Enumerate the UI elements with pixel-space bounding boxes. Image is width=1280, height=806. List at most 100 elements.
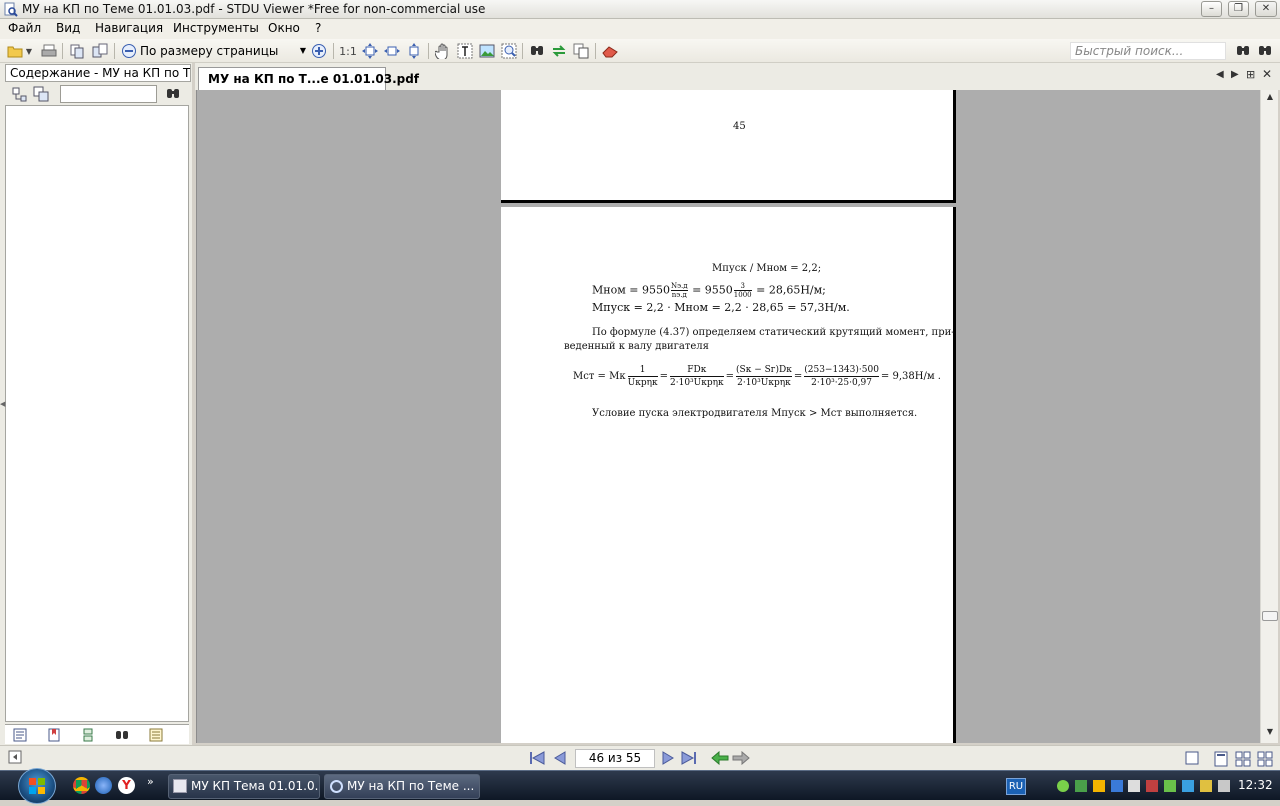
- eraser-icon[interactable]: [601, 42, 619, 60]
- menu-tools[interactable]: Инструменты: [173, 21, 259, 35]
- formula-start-moment: Мпуск = 2,2 · Мном = 2,2 · 28,65 = 57,3Н…: [592, 301, 850, 314]
- tab-list-icon[interactable]: ⊞: [1246, 68, 1255, 81]
- contents-tab-icon[interactable]: [9, 726, 31, 744]
- document-view[interactable]: 45 Мпуск / Мном = 2,2; Мном = 9550 Nэ.д nэ…: [196, 90, 1260, 743]
- chrome-icon[interactable]: [73, 777, 90, 794]
- search-results-tab-icon[interactable]: [111, 726, 133, 744]
- tray-icon[interactable]: [1200, 780, 1212, 792]
- forward-icon[interactable]: [732, 750, 750, 768]
- formula-nominal-moment: Мном = 9550 Nэ.д nэ.д = 9550 3 1000 = 28,65Н…: [592, 282, 826, 299]
- last-page-icon[interactable]: [681, 751, 697, 768]
- menu-file[interactable]: Файл: [8, 21, 41, 35]
- find-icon[interactable]: [528, 42, 546, 60]
- export-pages-icon[interactable]: [91, 42, 109, 60]
- minimize-button[interactable]: –: [1201, 1, 1222, 17]
- tab-next-icon[interactable]: ▶: [1231, 69, 1239, 80]
- paragraph-conclusion: Условие пуска электродвигателя Мпуск > М…: [592, 408, 918, 419]
- start-button-icon[interactable]: [18, 768, 56, 804]
- tray-icon[interactable]: [1111, 780, 1123, 792]
- actual-size-button[interactable]: 1:1: [339, 42, 357, 60]
- zoom-in-icon[interactable]: [310, 42, 328, 60]
- toggle-panel-icon[interactable]: [8, 750, 22, 767]
- contents-panel-tab[interactable]: Содержание - МУ на КП по Теме 01.01.03.p…: [5, 64, 191, 82]
- paragraph-line: По формуле (4.37) определяем статический…: [592, 327, 955, 338]
- menu-bar: Файл Вид Навигация Инструменты Окно ?: [0, 19, 1280, 39]
- two-pages-icon[interactable]: [1235, 751, 1251, 770]
- single-page-icon[interactable]: [1214, 751, 1228, 770]
- page-number: 45: [733, 121, 746, 132]
- view-mode-icon[interactable]: [1185, 751, 1199, 768]
- toolbar-separator: [62, 43, 63, 59]
- continuous-pages-icon[interactable]: [1257, 751, 1273, 770]
- yandex-browser-icon[interactable]: Y: [118, 777, 135, 794]
- expand-all-icon[interactable]: [10, 85, 28, 103]
- menu-help[interactable]: ?: [315, 21, 321, 35]
- tray-icon[interactable]: [1057, 780, 1069, 792]
- menu-navigation[interactable]: Навигация: [95, 21, 163, 35]
- open-folder-icon[interactable]: [6, 42, 24, 60]
- fit-page-icon[interactable]: [361, 42, 379, 60]
- search-icon[interactable]: [1234, 42, 1252, 60]
- document-tab[interactable]: МУ на КП по Т...е 01.01.03.pdf: [198, 67, 419, 90]
- maximize-button[interactable]: ❐: [1228, 1, 1249, 17]
- zoom-mode-select[interactable]: По размеру страницы ▼: [140, 42, 308, 60]
- text-select-icon[interactable]: [456, 42, 474, 60]
- thumbnails-tab-icon[interactable]: [77, 726, 99, 744]
- page-number-field[interactable]: 46 из 55: [575, 749, 655, 768]
- back-icon[interactable]: [711, 750, 729, 768]
- signal-icon[interactable]: [1128, 780, 1140, 792]
- vertical-scrollbar[interactable]: ▲ ▼: [1260, 90, 1278, 743]
- quick-search-input[interactable]: Быстрый поиск...: [1070, 42, 1226, 60]
- hand-tool-icon[interactable]: [434, 42, 452, 60]
- print-icon[interactable]: [40, 42, 58, 60]
- contents-tree[interactable]: [5, 105, 189, 722]
- quicklaunch-more-icon[interactable]: »: [147, 775, 154, 788]
- taskbar-task-active[interactable]: МУ на КП по Теме ...: [324, 774, 480, 799]
- signal-icon[interactable]: [1164, 780, 1176, 792]
- first-page-icon[interactable]: [529, 751, 545, 768]
- close-button[interactable]: ✕: [1255, 1, 1277, 17]
- annotations-tab-icon[interactable]: [145, 726, 167, 744]
- contents-find-icon[interactable]: [164, 85, 182, 103]
- scroll-down-icon[interactable]: ▼: [1263, 727, 1277, 741]
- open-dropdown-icon[interactable]: ▼: [24, 42, 34, 60]
- fit-height-icon[interactable]: [405, 42, 423, 60]
- tray-icon[interactable]: [1146, 780, 1158, 792]
- tab-prev-icon[interactable]: ◀: [1216, 69, 1224, 80]
- next-page-icon[interactable]: [662, 751, 674, 768]
- menu-window[interactable]: Окно: [268, 21, 300, 35]
- bookmarks-tab-icon[interactable]: [43, 726, 65, 744]
- network-icon[interactable]: [1182, 780, 1194, 792]
- scroll-up-icon[interactable]: ▲: [1263, 92, 1277, 106]
- toolbar: ▼ По размеру страницы ▼ 1:1 Быстрый поис…: [0, 39, 1280, 63]
- tray-icon[interactable]: [1075, 780, 1087, 792]
- sync-icon[interactable]: [550, 42, 568, 60]
- toolbar-separator: [333, 43, 334, 59]
- drive-icon[interactable]: [1093, 780, 1105, 792]
- fit-width-icon[interactable]: [383, 42, 401, 60]
- image-select-icon[interactable]: [478, 42, 496, 60]
- copy-icon[interactable]: [572, 42, 590, 60]
- copy-pages-icon[interactable]: [68, 42, 86, 60]
- close-tab-icon[interactable]: ✕: [1262, 67, 1272, 81]
- menu-view[interactable]: Вид: [56, 21, 80, 35]
- taskbar-task[interactable]: МУ КП Тема 01.01.0...: [168, 774, 320, 799]
- scrollbar-thumb[interactable]: [1262, 611, 1278, 621]
- clock[interactable]: 12:32: [1238, 778, 1273, 792]
- toolbar-separator: [522, 43, 523, 59]
- pdf-page-45: 45: [501, 90, 956, 203]
- language-indicator[interactable]: RU: [1006, 778, 1026, 795]
- zoom-out-icon[interactable]: [120, 42, 138, 60]
- left-panel: Содержание - МУ на КП по Теме 01.01.03.p…: [0, 63, 192, 745]
- chevron-down-icon: ▼: [299, 46, 306, 55]
- volume-icon[interactable]: [1218, 780, 1230, 792]
- previous-page-icon[interactable]: [554, 751, 566, 768]
- collapse-panel-arrow-icon[interactable]: ◀: [0, 400, 5, 408]
- stdu-viewer-icon: [330, 780, 343, 793]
- search-next-icon[interactable]: [1256, 42, 1274, 60]
- browser-icon[interactable]: [95, 777, 112, 794]
- contents-search-input[interactable]: [60, 85, 157, 103]
- collapse-all-icon[interactable]: [32, 85, 50, 103]
- zoom-tool-icon[interactable]: [500, 42, 518, 60]
- panel-tabs: [5, 724, 189, 744]
